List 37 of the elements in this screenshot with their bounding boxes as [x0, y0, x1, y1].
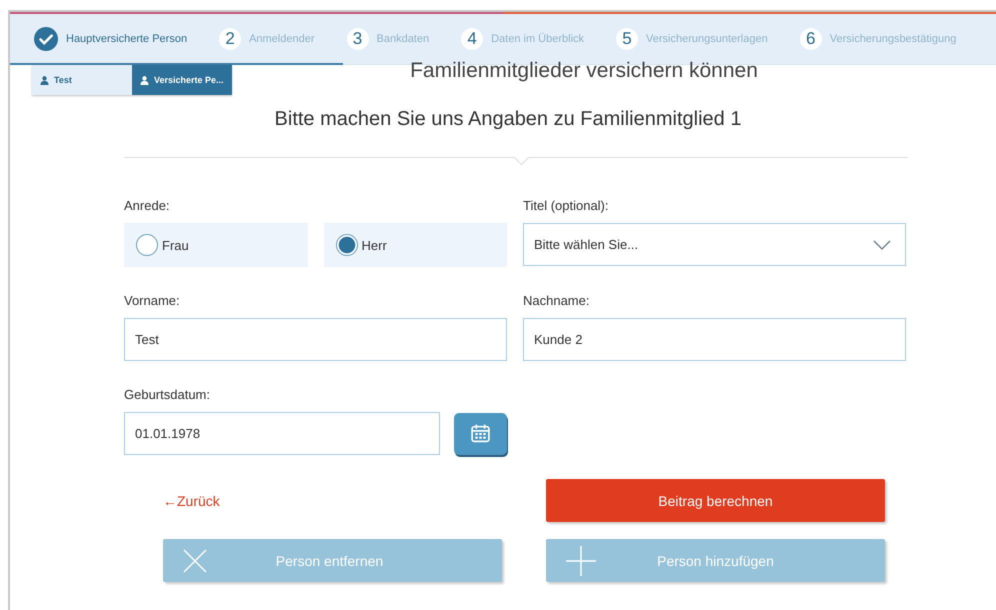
chevron-down-icon	[873, 240, 891, 250]
step-label: Bankdaten	[376, 33, 430, 45]
field-label: Titel (optional):	[523, 198, 610, 213]
field-label: Vorname:	[124, 293, 181, 308]
person-icon	[140, 76, 149, 84]
person-icon	[40, 76, 49, 84]
step-number: 6	[800, 28, 822, 50]
field-label: Anrede:	[124, 198, 171, 213]
radio-button[interactable]	[336, 234, 358, 256]
step-label: Anmeldender	[249, 33, 314, 45]
step-label: Daten im Überblick	[491, 33, 584, 45]
step-number: 4	[461, 28, 484, 50]
plus-icon	[566, 546, 596, 576]
step-number: 3	[346, 28, 368, 50]
radio-button[interactable]	[136, 234, 158, 256]
step-label: Versicherungsbestätigung	[830, 33, 956, 45]
step-number: 5	[616, 28, 638, 50]
person-tab[interactable]: Test	[32, 65, 132, 95]
calendar-button[interactable]	[454, 412, 507, 454]
step-number: 2	[219, 28, 242, 50]
step-label: Hauptversicherte Person	[66, 33, 188, 45]
section-heading: Bitte machen Sie uns Angaben zu Familienmitglied 1	[274, 108, 742, 131]
calculate-button[interactable]: Beitrag berechnen	[546, 479, 885, 522]
birthdate-field[interactable]: 01.01.1978	[124, 412, 440, 455]
last-name-field[interactable]: Kunde 2	[523, 318, 906, 361]
step-label: Versicherungsunterlagen	[646, 33, 768, 45]
back-link[interactable]: ←Zurück	[163, 492, 220, 508]
page-heading: Familienmitglieder versichern können	[409, 59, 759, 83]
person-tab[interactable]: Versicherte Pe...	[132, 65, 232, 95]
field-label: Nachname:	[523, 293, 590, 308]
close-icon	[183, 548, 207, 572]
field-label: Geburtsdatum:	[124, 387, 211, 402]
title-dropdown[interactable]: Bitte wählen Sie...	[523, 223, 906, 266]
calendar-icon	[470, 423, 491, 444]
radio-option[interactable]: Frau	[124, 223, 308, 267]
first-name-field[interactable]: Test	[124, 318, 507, 361]
radio-option[interactable]: Herr	[324, 223, 507, 267]
